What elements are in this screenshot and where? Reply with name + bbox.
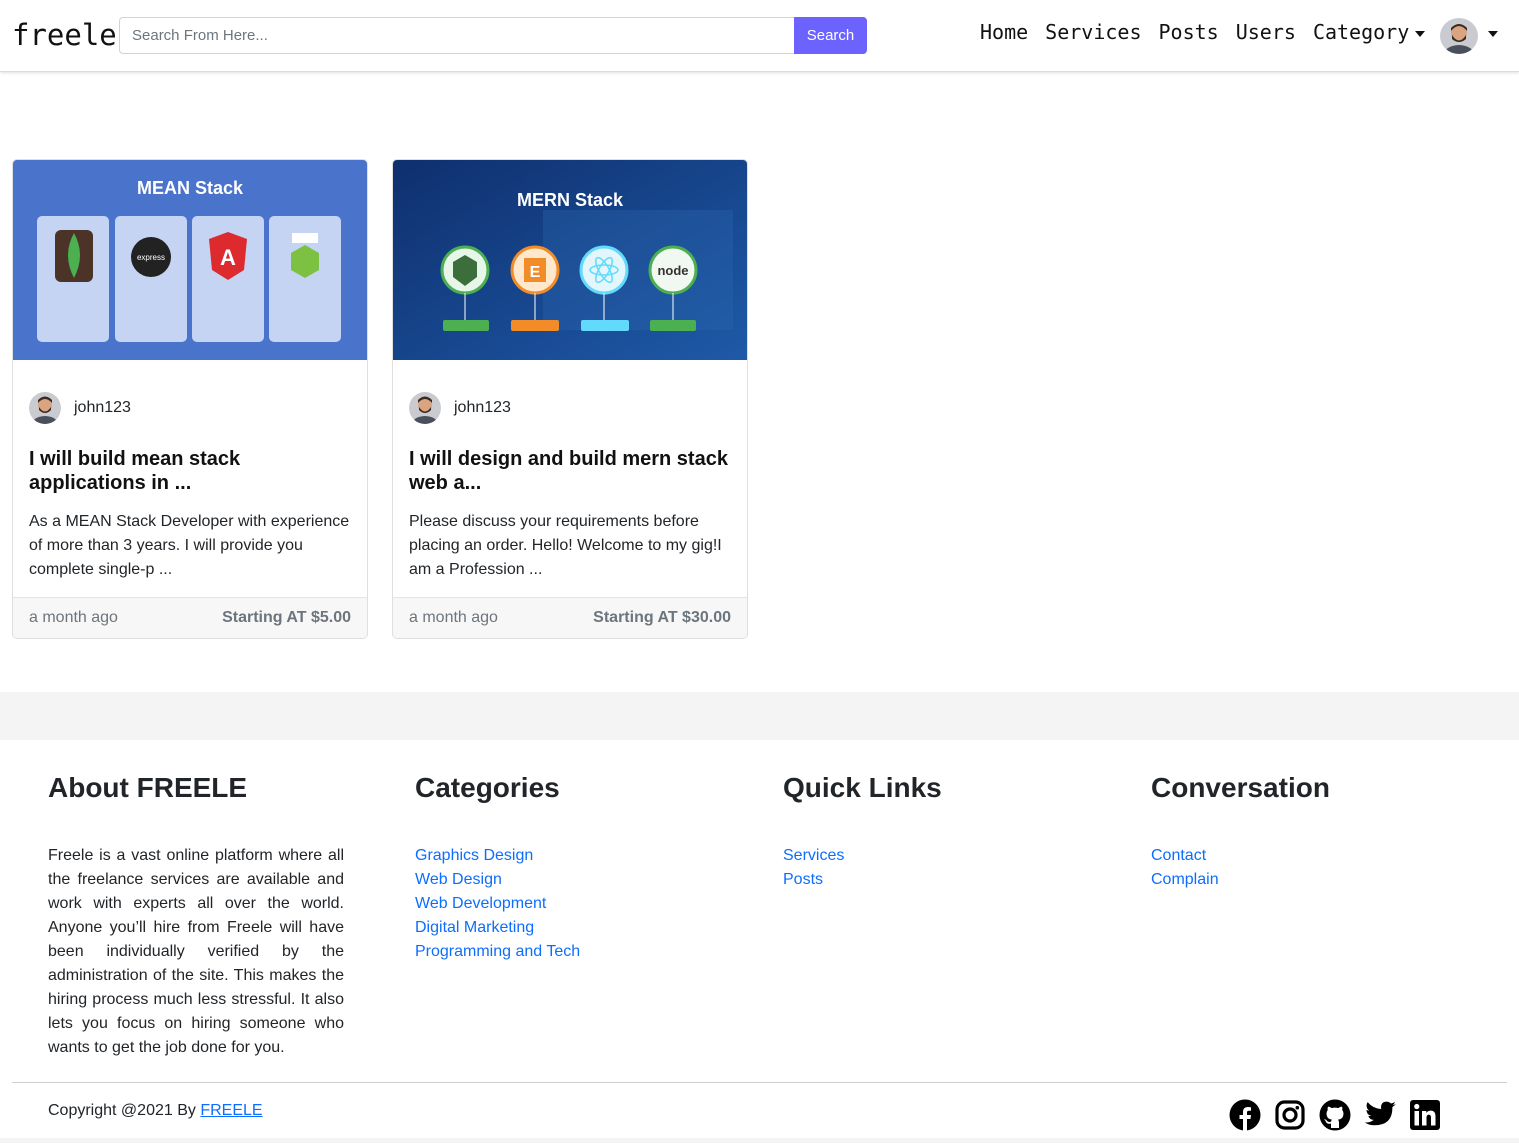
footer-divider: [12, 1082, 1507, 1083]
nav-posts[interactable]: Posts: [1159, 20, 1219, 44]
brand-logo[interactable]: freele: [12, 18, 117, 52]
user-avatar[interactable]: [1440, 18, 1478, 54]
category-link-web-design[interactable]: Web Design: [415, 868, 580, 892]
card-title[interactable]: I will build mean stack applications in …: [29, 447, 351, 495]
chevron-down-icon: [1415, 30, 1426, 37]
nav-category-label: Category: [1312, 20, 1410, 44]
card-image-mern-stack[interactable]: MERN Stack E node: [393, 160, 747, 360]
card-author[interactable]: john123: [409, 392, 511, 424]
footer-categories: Categories Graphics Design Web Design We…: [415, 772, 580, 964]
facebook-icon[interactable]: [1228, 1098, 1262, 1132]
category-link-programming-and-tech[interactable]: Programming and Tech: [415, 940, 580, 964]
card-footer: a month ago Starting AT $30.00: [393, 597, 747, 638]
card-author[interactable]: john123: [29, 392, 131, 424]
card-title[interactable]: I will design and build mern stack web a…: [409, 447, 731, 495]
category-link-digital-marketing[interactable]: Digital Marketing: [415, 916, 580, 940]
posted-time: a month ago: [409, 609, 498, 626]
card-image-title: MERN Stack: [517, 190, 624, 210]
card-image-mean-stack[interactable]: MEAN Stack express A: [13, 160, 367, 360]
copyright-link[interactable]: FREELE: [200, 1102, 262, 1119]
footer-band: [0, 692, 1519, 740]
footer-quick-links: Quick Links Services Posts: [783, 772, 942, 892]
about-text: Freele is a vast online platform where a…: [48, 847, 344, 1056]
github-icon[interactable]: [1318, 1098, 1352, 1132]
conversation-link-complain[interactable]: Complain: [1151, 868, 1330, 892]
svg-text:express: express: [137, 253, 165, 262]
bottom-strip: [0, 1138, 1519, 1143]
card-description: As a MEAN Stack Developer with experienc…: [29, 513, 350, 578]
categories-heading: Categories: [415, 772, 560, 803]
nav-home[interactable]: Home: [980, 20, 1028, 44]
category-link-web-development[interactable]: Web Development: [415, 892, 580, 916]
twitter-icon[interactable]: [1363, 1098, 1397, 1132]
conversation-link-contact[interactable]: Contact: [1151, 844, 1330, 868]
service-card[interactable]: MERN Stack E node john123 I will design …: [392, 159, 748, 639]
search-input[interactable]: [119, 17, 795, 54]
svg-text:A: A: [220, 245, 236, 270]
svg-text:E: E: [530, 264, 541, 281]
quick-link-services[interactable]: Services: [783, 844, 942, 868]
posted-time: a month ago: [29, 609, 118, 626]
quick-link-posts[interactable]: Posts: [783, 868, 942, 892]
category-link-graphics-design[interactable]: Graphics Design: [415, 844, 580, 868]
nav-services[interactable]: Services: [1045, 20, 1141, 44]
chevron-down-icon[interactable]: [1488, 31, 1498, 37]
footer-about: About FREELE Freele is a vast online pla…: [48, 772, 344, 1060]
quick-links-heading: Quick Links: [783, 772, 942, 803]
nav-category-dropdown[interactable]: Category: [1312, 20, 1426, 44]
avatar: [29, 392, 61, 424]
linkedin-icon[interactable]: [1408, 1098, 1442, 1132]
starting-price: Starting AT $5.00: [222, 609, 351, 626]
card-footer: a month ago Starting AT $5.00: [13, 597, 367, 638]
service-card[interactable]: MEAN Stack express A john123 I will buil…: [12, 159, 368, 639]
instagram-icon[interactable]: [1273, 1098, 1307, 1132]
footer-conversation: Conversation Contact Complain: [1151, 772, 1330, 892]
search-button[interactable]: Search: [794, 17, 867, 54]
social-links: [1228, 1098, 1453, 1132]
svg-text:node: node: [657, 263, 688, 278]
starting-price: Starting AT $30.00: [593, 609, 731, 626]
card-image-title: MEAN Stack: [137, 178, 244, 198]
navbar: freele Search Home Services Posts Users …: [0, 0, 1519, 72]
card-description: Please discuss your requirements before …: [409, 513, 722, 578]
author-name: john123: [74, 399, 131, 416]
copyright: Copyright @2021 By FREELE: [48, 1102, 263, 1120]
conversation-heading: Conversation: [1151, 772, 1330, 803]
nav-links: Home Services Posts Users Category: [980, 20, 1442, 44]
author-name: john123: [454, 399, 511, 416]
avatar: [409, 392, 441, 424]
copyright-text: Copyright @2021 By: [48, 1102, 201, 1119]
about-heading: About FREELE: [48, 772, 248, 803]
nav-users[interactable]: Users: [1236, 20, 1296, 44]
